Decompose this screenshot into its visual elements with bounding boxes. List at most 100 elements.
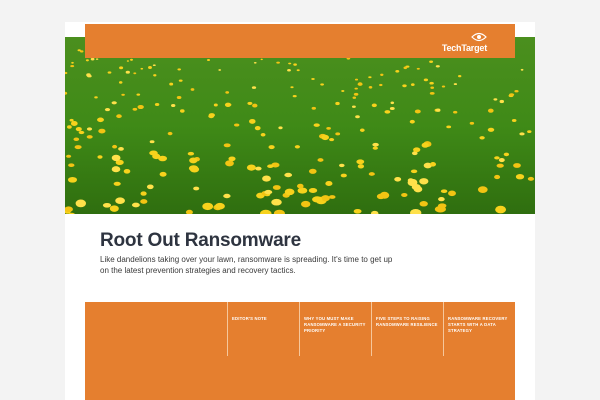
dandelion-flower — [421, 142, 429, 148]
dandelion-flower — [487, 108, 494, 113]
dandelion-flower — [102, 202, 112, 208]
dandelion-flower — [78, 130, 85, 135]
dandelion-flower — [111, 154, 121, 162]
dandelion-flower — [75, 127, 82, 132]
dandelion-flower — [495, 205, 507, 214]
dandelion-flower — [520, 68, 524, 71]
dandelion-flower — [130, 58, 133, 61]
dandelion-flower — [503, 152, 510, 157]
dandelion-flower — [224, 102, 232, 108]
dandelion-flower — [247, 101, 253, 105]
nav-item-recovery-strategy[interactable]: RANSOMWARE RECOVERY STARTS WITH A DATA S… — [443, 302, 513, 356]
dandelion-flower — [115, 197, 125, 205]
dandelion-flower — [104, 108, 111, 112]
dandelion-flower — [233, 123, 240, 127]
dandelion-flower — [255, 166, 262, 171]
dandelion-flower — [85, 59, 89, 62]
dandelion-flower — [308, 188, 318, 193]
dandelion-flower — [176, 95, 182, 100]
dandelion-flower — [368, 76, 372, 79]
dandelion-flower — [321, 134, 330, 141]
dandelion-flower — [246, 164, 256, 171]
nav-item-resilience-steps[interactable]: FIVE STEPS TO RAISING RANSOMWARE RESILIE… — [371, 302, 441, 356]
dandelion-flower — [126, 60, 130, 62]
dandelion-flower — [446, 125, 452, 129]
dandelion-flower — [355, 115, 360, 119]
dandelion-flower — [395, 69, 400, 73]
dandelion-flower — [494, 156, 500, 160]
dandelion-flower — [353, 208, 362, 214]
dandelion-flower — [353, 92, 359, 96]
dandelion-flower — [253, 61, 257, 64]
dandelion-flower — [154, 103, 160, 106]
dandelion-flower — [70, 121, 78, 126]
dandelion-flower — [71, 61, 74, 64]
dandelion-flower — [187, 151, 195, 156]
dandelion-flower — [416, 67, 420, 70]
dandelion-flower — [311, 78, 315, 80]
dandelion-flower — [225, 160, 234, 167]
dandelion-flower — [118, 147, 124, 151]
dandelion-flower — [469, 121, 475, 125]
logo-text: TechTarget — [441, 43, 487, 53]
dandelion-flower — [297, 183, 304, 189]
dandelion-flower — [118, 81, 123, 84]
dandelion-flower — [223, 143, 231, 148]
dandelion-flower — [264, 189, 273, 195]
dandelion-flower — [341, 90, 345, 92]
dandelion-flower — [429, 81, 434, 85]
nav-item-editors-note[interactable]: EDITOR'S NOTE — [227, 302, 297, 356]
dandelion-flower — [477, 186, 488, 194]
dandelion-flower — [158, 155, 168, 162]
dandelion-flower — [407, 178, 414, 183]
dandelion-flower — [335, 132, 341, 136]
dandelion-flower — [218, 69, 222, 71]
dandelion-flower — [354, 87, 358, 90]
dandelion-flower — [193, 186, 200, 191]
dandelion-flower — [527, 130, 532, 134]
dandelion-flower — [292, 94, 297, 98]
page-title: Root Out Ransomware — [100, 230, 301, 251]
dandelion-flower — [352, 96, 357, 99]
dandelion-flower — [140, 199, 148, 204]
dandelion-flower — [109, 205, 119, 212]
dandelion-flower — [225, 91, 230, 94]
dandelion-flower — [260, 133, 266, 137]
dandelion-flower — [159, 171, 167, 177]
dandelion-flower — [214, 202, 225, 210]
dandelion-flower — [429, 60, 434, 64]
dandelion-flower — [329, 138, 335, 142]
page-subtitle: Like dandelions taking over your lawn, r… — [100, 255, 393, 275]
dandelion-flower — [189, 157, 198, 164]
dandelion-flower — [401, 193, 408, 197]
dandelion-flower — [137, 104, 144, 110]
techtarget-logo: TechTarget — [442, 32, 487, 53]
dandelion-flower — [389, 107, 395, 110]
dandelion-flower — [410, 169, 418, 174]
dandelion-flower — [435, 65, 440, 68]
dandelion-flower — [67, 176, 78, 183]
dandelion-flower — [313, 123, 320, 127]
dandelion-flower — [223, 193, 231, 199]
dandelion-flower — [208, 114, 215, 119]
dandelion-flower — [146, 184, 154, 190]
dandelion-flower — [271, 198, 282, 206]
dandelion-flower — [308, 168, 317, 174]
eye-target-icon — [471, 32, 487, 42]
dandelion-flower — [86, 127, 93, 131]
dandelion-flower — [296, 69, 300, 72]
dandelion-flower — [435, 108, 441, 112]
dandelion-flower — [340, 173, 347, 178]
dandelion-flower — [419, 178, 429, 185]
dandelion-flower — [140, 67, 144, 70]
dandelion-flower — [527, 176, 534, 181]
dandelion-flower — [179, 109, 185, 113]
dandelion-flower — [177, 68, 181, 71]
dandelion-flower — [178, 79, 183, 82]
dandelion-flower — [98, 128, 106, 134]
dandelion-flower — [514, 89, 519, 93]
nav-item-security-priority[interactable]: WHY YOU MUST MAKE RANSOMWARE A SECURITY … — [299, 302, 369, 356]
dandelion-flower — [267, 164, 274, 168]
dandelion-flower — [112, 144, 118, 149]
top-banner: TechTarget — [85, 24, 515, 58]
